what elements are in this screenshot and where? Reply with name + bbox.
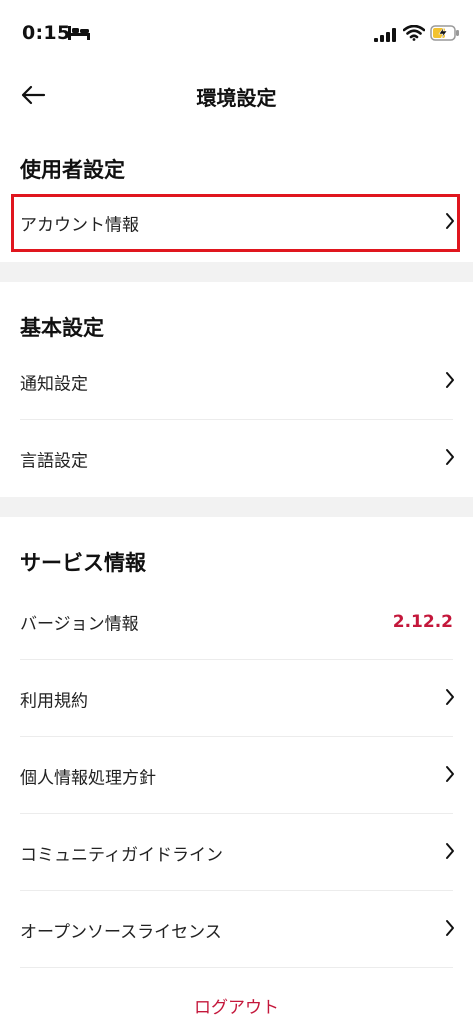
status-time: 0:15	[22, 22, 71, 44]
privacy-policy-row[interactable]: 個人情報処理方針	[0, 738, 473, 814]
logout-button[interactable]: ログアウト	[0, 993, 473, 1018]
section-gap	[0, 262, 473, 282]
battery-charging-icon	[430, 25, 460, 45]
divider	[20, 659, 453, 660]
wifi-icon	[402, 24, 426, 45]
divider	[20, 967, 453, 968]
chevron-right-icon	[445, 688, 455, 710]
divider	[20, 736, 453, 737]
chevron-right-icon	[445, 212, 455, 234]
section-gap	[0, 497, 473, 517]
version-info-row: バージョン情報 2.12.2	[0, 584, 473, 660]
chevron-right-icon	[445, 371, 455, 393]
header: 環境設定	[0, 70, 473, 120]
terms-of-use-label: 利用規約	[20, 691, 88, 712]
privacy-policy-label: 個人情報処理方針	[20, 768, 156, 789]
page-title: 環境設定	[196, 86, 277, 110]
section-title-user: 使用者設定	[20, 158, 125, 182]
notification-settings-row[interactable]: 通知設定	[0, 344, 473, 420]
open-source-license-row[interactable]: オープンソースライセンス	[0, 892, 473, 968]
account-info-row[interactable]: アカウント情報	[0, 185, 473, 261]
status-bar: 0:15	[0, 0, 473, 60]
bed-icon	[68, 25, 90, 44]
chevron-right-icon	[445, 919, 455, 941]
community-guidelines-row[interactable]: コミュニティガイドライン	[0, 815, 473, 891]
chevron-right-icon	[445, 448, 455, 470]
chevron-right-icon	[445, 842, 455, 864]
language-settings-row[interactable]: 言語設定	[0, 421, 473, 497]
notification-settings-label: 通知設定	[20, 374, 88, 395]
divider	[20, 890, 453, 891]
terms-of-use-row[interactable]: 利用規約	[0, 661, 473, 737]
section-title-service: サービス情報	[20, 551, 146, 575]
open-source-license-label: オープンソースライセンス	[20, 922, 222, 943]
section-title-basic: 基本設定	[20, 316, 104, 340]
signal-icon	[374, 27, 396, 46]
account-info-label: アカウント情報	[20, 215, 139, 236]
divider	[20, 419, 453, 420]
divider	[20, 813, 453, 814]
language-settings-label: 言語設定	[20, 451, 88, 472]
community-guidelines-label: コミュニティガイドライン	[20, 845, 223, 866]
chevron-right-icon	[445, 765, 455, 787]
version-value: 2.12.2	[392, 612, 453, 632]
version-info-label: バージョン情報	[20, 614, 139, 635]
